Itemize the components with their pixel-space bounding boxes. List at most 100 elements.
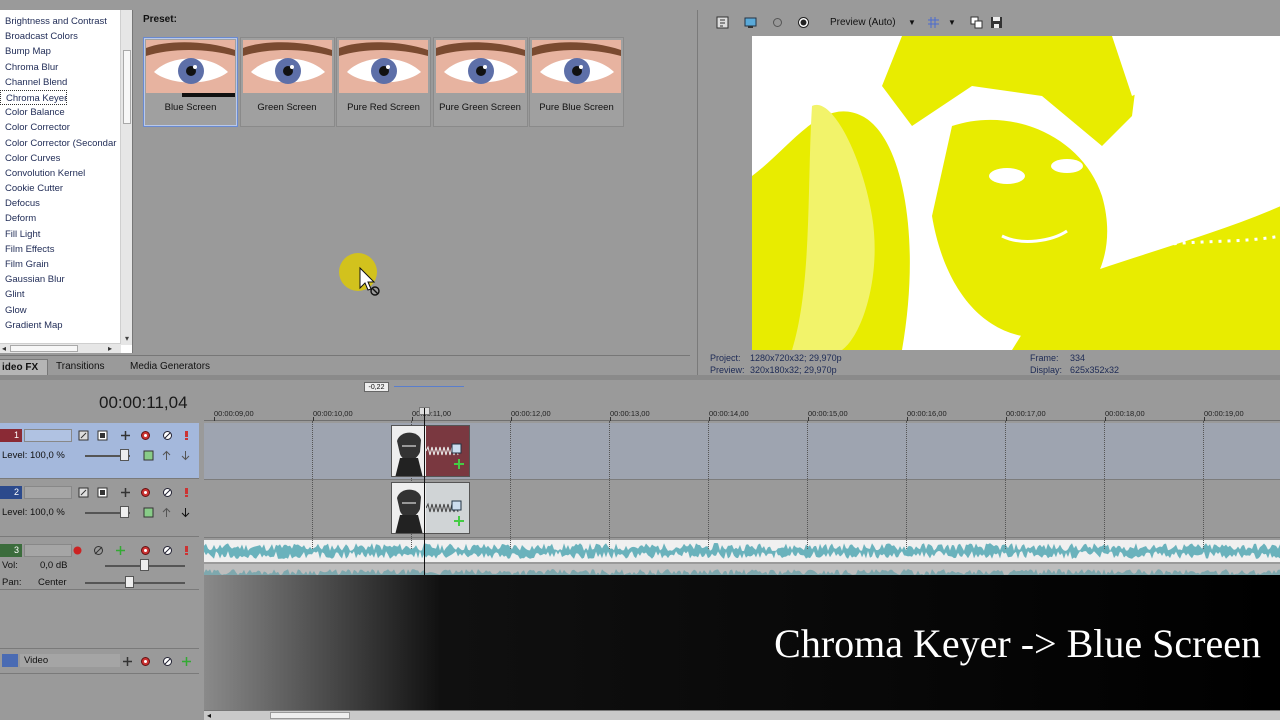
fx-list-item[interactable]: Film Grain [0,257,132,272]
fx-list-item[interactable]: Color Balance [0,105,132,120]
fx-list-item[interactable]: Cookie Cutter [0,181,132,196]
properties-icon[interactable] [716,16,729,29]
solo-icon[interactable] [181,487,192,498]
scroll-right-icon[interactable]: ▸ [108,344,112,353]
fx-list-item[interactable]: Glow [0,303,132,318]
automation-settings-icon[interactable] [140,656,151,667]
overlays-icon[interactable] [927,16,940,29]
track-header-video-1[interactable]: 1 Level: 100,0 % [0,423,199,479]
fx-list-item[interactable]: Chroma Keyer [0,89,67,106]
scroll-down-icon[interactable]: ▾ [123,335,131,343]
make-compositing-child-icon[interactable] [161,507,172,518]
fx-list-item[interactable]: Bump Map [0,44,132,59]
track-name-field[interactable] [24,486,72,499]
track-fx-icon[interactable] [120,430,131,441]
scroll-left-icon[interactable]: ◂ [2,344,6,353]
pan-slider-track[interactable] [85,582,185,584]
video-bus-header[interactable]: Video [0,648,199,674]
track-motion-icon[interactable] [97,487,108,498]
fx-list-item[interactable]: Gaussian Blur [0,272,132,287]
volume-slider-knob[interactable] [140,559,149,571]
bus-fx-icon[interactable] [181,656,192,667]
solo-icon[interactable] [181,430,192,441]
tab-transitions[interactable]: Transitions [47,359,114,375]
mute-icon[interactable] [162,430,173,441]
fx-list-item[interactable]: Glint [0,287,132,302]
external-monitor-icon[interactable] [744,16,757,29]
copy-snapshot-icon[interactable] [970,16,983,29]
preset-thumbnail[interactable]: Pure Green Screen [432,37,528,127]
loop-region-bar[interactable] [394,386,464,387]
track-fx-icon[interactable] [120,487,131,498]
track-name-field[interactable] [24,429,72,442]
event-fx-icon[interactable] [450,499,464,513]
track-lane-video-2[interactable] [204,480,1280,538]
event-fx-icon[interactable] [450,442,464,456]
track-fx-icon[interactable] [115,545,126,556]
fx-list-item[interactable]: Gradient Map [0,318,132,333]
fx-list-item[interactable]: Color Corrector [0,120,132,135]
composite-mode-icon[interactable] [78,430,89,441]
tab-media-generators[interactable]: Media Generators [121,359,219,375]
composite-mode-icon[interactable] [78,487,89,498]
mute-icon[interactable] [162,656,173,667]
make-compositing-parent-icon[interactable] [180,507,191,518]
time-ruler[interactable]: 00:00:09,00 00:00:10,00 00:00:11,00 00:00:1… [204,405,1280,421]
arm-for-record-icon[interactable] [72,545,83,556]
preview-settings-icon[interactable] [771,16,784,29]
fx-list-item[interactable]: Chroma Blur [0,60,132,75]
scroll-left-icon[interactable]: ◂ [207,711,211,720]
solo-icon[interactable] [181,545,192,556]
chevron-down-icon[interactable]: ▼ [908,18,916,27]
fx-list-horizontal-scrollbar[interactable]: ◂ ▸ [0,343,121,353]
fx-list-item[interactable]: Film Effects [0,242,132,257]
video-clip-track-1[interactable] [391,425,470,477]
timeline-horizontal-scrollbar[interactable]: ◂ [204,710,1280,720]
event-pan-crop-icon[interactable] [452,514,466,528]
preset-thumbnail[interactable]: Pure Red Screen [336,37,431,127]
pan-slider-knob[interactable] [125,576,134,588]
timeline-scroll-thumb[interactable] [270,712,350,719]
track-header-video-2[interactable]: 2 Level: 100,0 % [0,480,199,537]
overlays-dropdown-icon[interactable]: ▼ [948,18,956,27]
preset-thumbnail[interactable]: Green Screen [239,37,335,127]
fx-list-item[interactable]: Broadcast Colors [0,29,132,44]
automation-settings-icon[interactable] [140,430,151,441]
selection-length-marker[interactable]: -0,22 [364,382,389,392]
make-compositing-parent-icon[interactable] [180,450,191,461]
mute-icon[interactable] [162,545,173,556]
fx-list-item[interactable]: Fill Light [0,227,132,242]
fx-list-hscroll-thumb[interactable] [10,345,78,352]
event-pan-crop-icon[interactable] [452,457,466,471]
fx-list-item[interactable]: Channel Blend [0,75,132,90]
level-slider-knob[interactable] [120,449,129,461]
track-fx-icon[interactable] [122,656,133,667]
track-motion-icon[interactable] [97,430,108,441]
fx-list-item[interactable]: Brightness and Contrast [0,14,132,29]
track-lane-video-1[interactable] [204,423,1280,480]
video-fx-list[interactable]: Brightness and Contrast Broadcast Colors B… [0,10,133,353]
bypass-motion-blur-icon[interactable] [143,450,154,461]
split-screen-icon[interactable] [797,16,810,29]
level-slider-knob[interactable] [120,506,129,518]
fx-list-item[interactable]: Color Curves [0,151,132,166]
fx-list-item[interactable]: Defocus [0,196,132,211]
mute-icon[interactable] [162,487,173,498]
automation-settings-icon[interactable] [140,545,151,556]
fx-list-item[interactable]: Deform [0,211,132,226]
track-header-audio-3[interactable]: 3 Vol: 0,0 dB Pan: Center [0,538,199,590]
bypass-motion-blur-icon[interactable] [143,507,154,518]
fx-list-vertical-scrollbar[interactable]: ▾ [120,10,132,345]
video-clip-track-2[interactable] [391,482,470,534]
track-name-field[interactable] [24,544,72,557]
preset-thumbnail[interactable]: Pure Blue Screen [529,37,624,127]
preset-thumbnail[interactable]: Blue Screen [143,37,238,127]
automation-settings-icon[interactable] [140,487,151,498]
fx-list-item[interactable]: Color Corrector (Secondar [0,136,132,151]
save-snapshot-icon[interactable] [990,16,1003,29]
make-compositing-child-icon[interactable] [161,450,172,461]
fx-list-scroll-thumb[interactable] [123,50,131,124]
invert-phase-icon[interactable] [93,545,104,556]
fx-list-item[interactable]: Convolution Kernel [0,166,132,181]
tab-video-fx[interactable]: ideo FX [0,359,49,375]
